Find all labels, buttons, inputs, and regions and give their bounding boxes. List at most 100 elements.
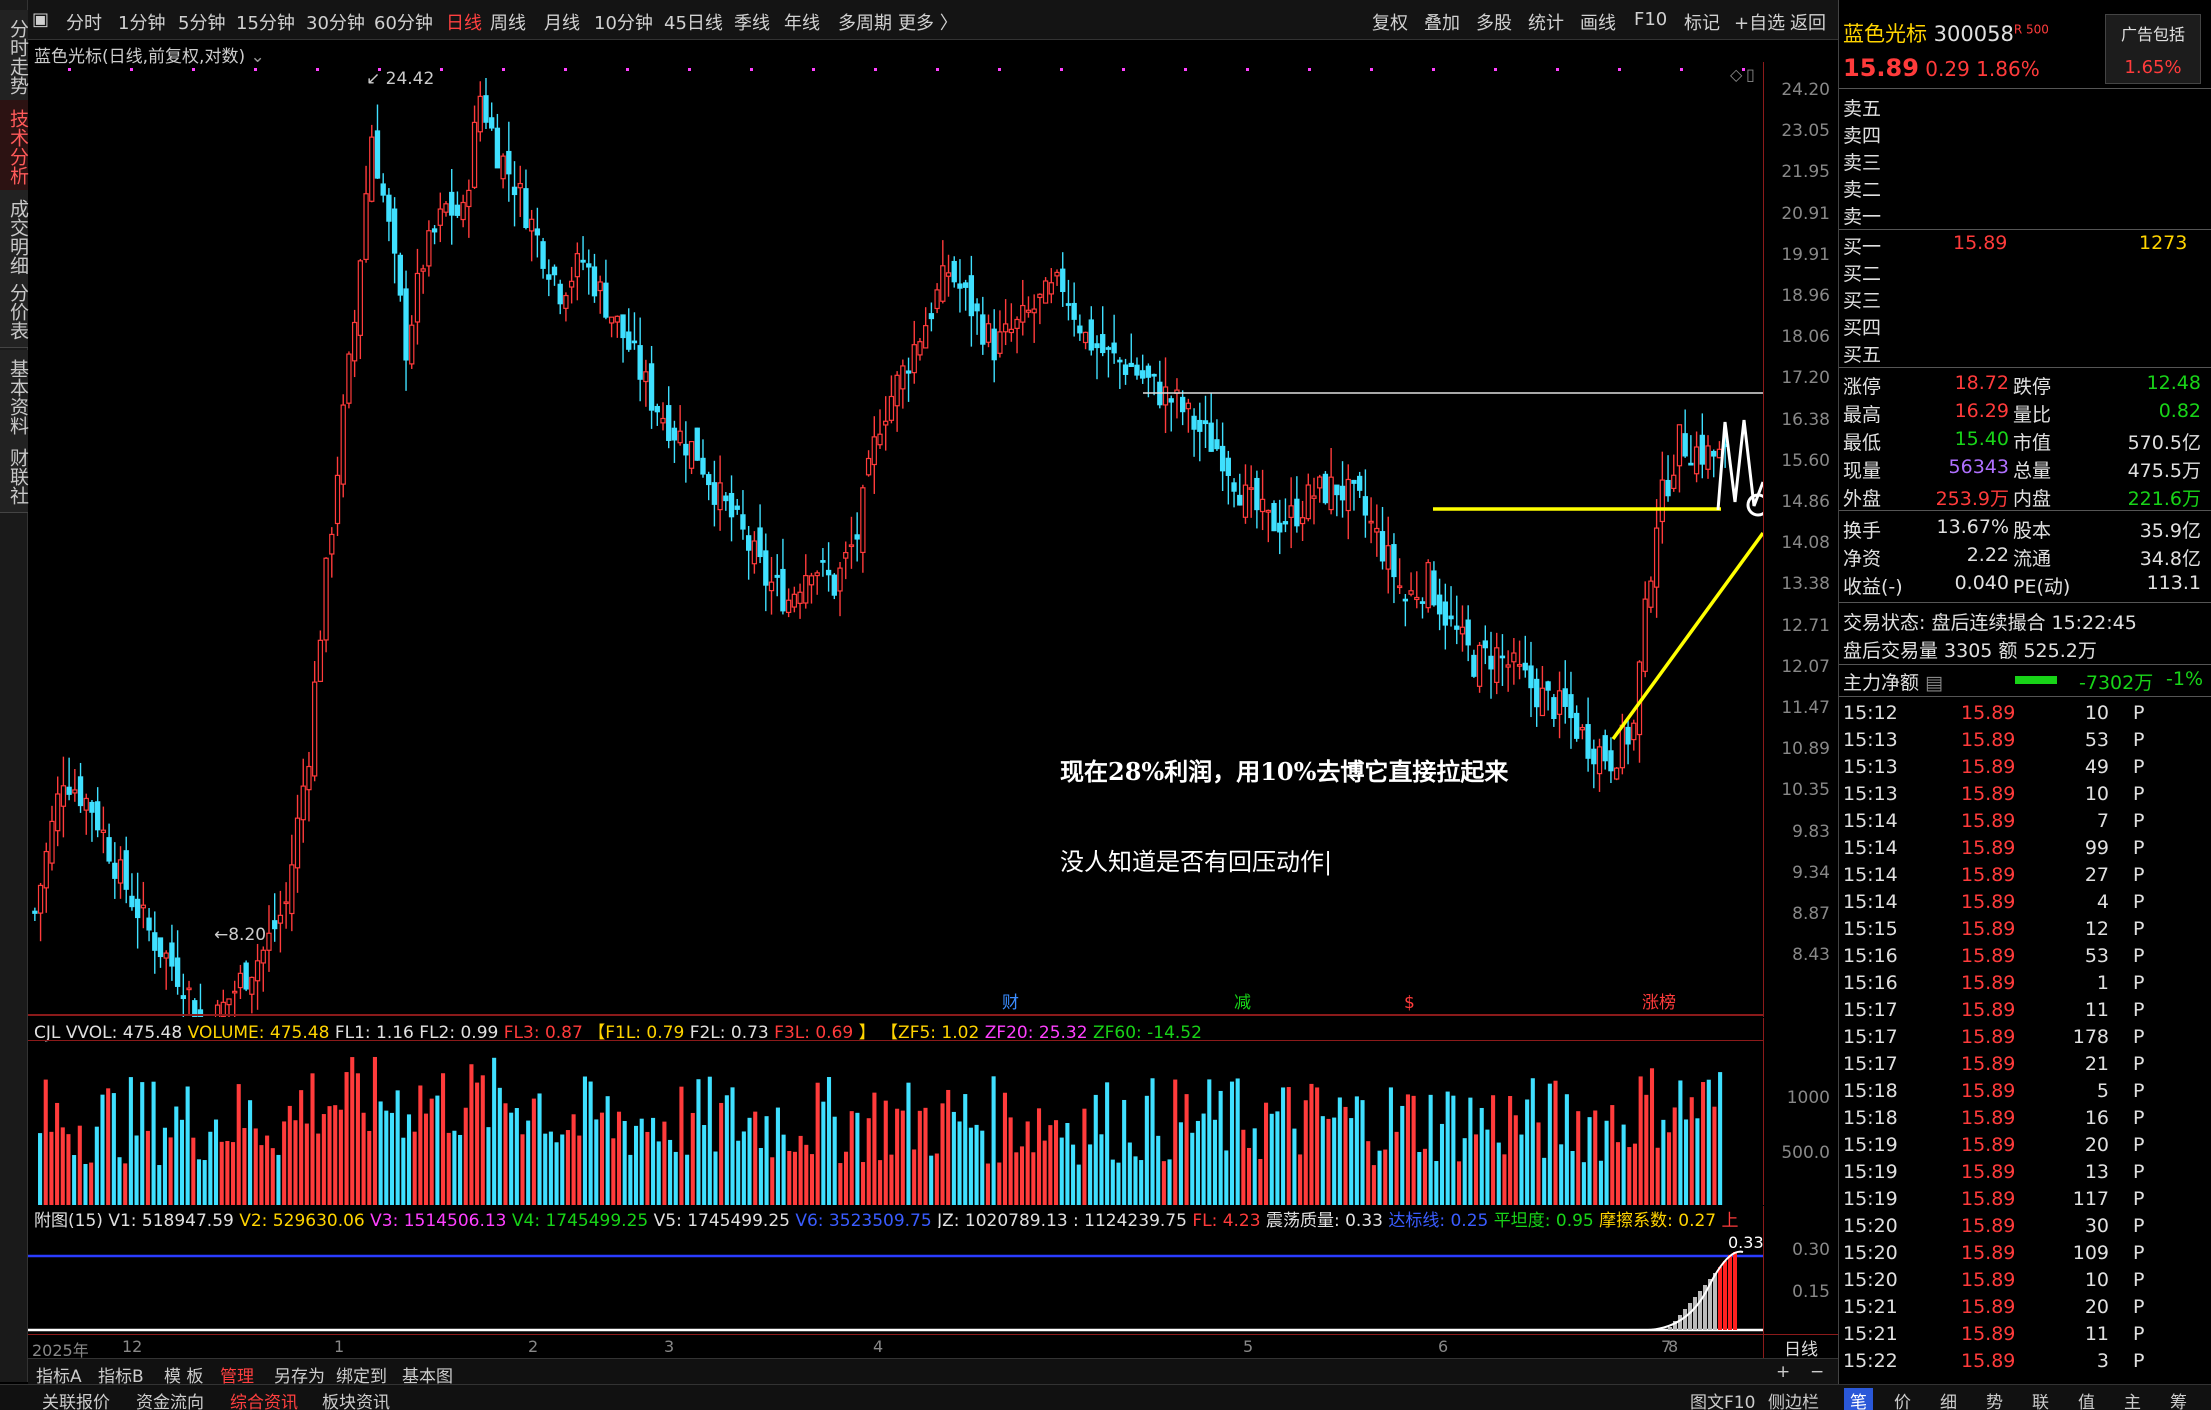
panel-tab-6[interactable]: 联 bbox=[2032, 1388, 2049, 1410]
candle-body bbox=[334, 474, 341, 525]
toolbar-action-2[interactable]: 多股 bbox=[1476, 9, 1512, 35]
rail-tab-4[interactable]: 基本资料 bbox=[0, 350, 29, 444]
toolbar-period-13[interactable]: 多周期 bbox=[838, 9, 892, 35]
rail-tab-2[interactable]: 成交明细 bbox=[0, 190, 29, 284]
tick-vol: 53 bbox=[2084, 729, 2109, 751]
candle-body bbox=[717, 482, 723, 511]
toolbar-action-6[interactable]: 标记 bbox=[1684, 9, 1720, 35]
expand-icon[interactable]: ▯ bbox=[1746, 65, 1755, 84]
event-marker[interactable]: 减 bbox=[1234, 993, 1251, 1013]
zoom-out-icon[interactable]: − bbox=[1810, 1362, 1824, 1382]
candle-body bbox=[1305, 484, 1311, 520]
event-marker[interactable]: 涨榜 bbox=[1642, 993, 1676, 1013]
toolbar-action-1[interactable]: 叠加 bbox=[1424, 9, 1460, 35]
candle-body bbox=[894, 374, 900, 407]
price-tick: 18.96 bbox=[1781, 286, 1830, 306]
toolbar-action-7[interactable]: +自选 bbox=[1734, 9, 1785, 35]
toolbar-period-2[interactable]: 5分钟 bbox=[178, 9, 225, 35]
info-tab-1[interactable]: 资金流向 bbox=[136, 1388, 204, 1410]
main-candlestick-chart[interactable]: ↙ 24.42 ←8.20 现在28%利润，用10%去博它直接拉起来没人知道是否有回… bbox=[28, 62, 1763, 1017]
quote-value: 34.8亿 bbox=[2139, 548, 2201, 570]
toolbar-period-7[interactable]: 周线 bbox=[490, 9, 526, 35]
indicator-chart[interactable]: 0.33 bbox=[28, 1228, 1763, 1334]
toolbar-period-10[interactable]: 45日线 bbox=[664, 9, 723, 35]
candle-body bbox=[1334, 484, 1340, 496]
info-tab-3[interactable]: 板块资讯 bbox=[322, 1388, 390, 1410]
zoom-in-icon[interactable]: + bbox=[1776, 1362, 1790, 1382]
candle-body bbox=[546, 274, 552, 280]
toolbar-period-8[interactable]: 月线 bbox=[544, 9, 580, 35]
candle-body bbox=[1065, 303, 1072, 306]
toolbar-action-0[interactable]: 复权 bbox=[1372, 9, 1408, 35]
date-label: 1 bbox=[334, 1337, 345, 1356]
candle-body bbox=[677, 430, 683, 444]
toolbar-period-12[interactable]: 年线 bbox=[784, 9, 820, 35]
panel-row: 买五 bbox=[1843, 340, 2209, 367]
toolbar-action-4[interactable]: 画线 bbox=[1580, 9, 1616, 35]
toolbar-period-14[interactable]: 更多 〉 bbox=[898, 9, 958, 35]
date-label: 6 bbox=[1438, 1337, 1449, 1356]
volume-bar bbox=[259, 1145, 264, 1205]
volume-bar bbox=[179, 1119, 185, 1205]
candle-body bbox=[1345, 478, 1351, 512]
volume-bar bbox=[1701, 1082, 1706, 1205]
candle-body bbox=[363, 193, 369, 261]
panel-tab-9[interactable]: 筹 bbox=[2170, 1388, 2187, 1410]
volume-chart[interactable] bbox=[28, 1040, 1763, 1205]
candle-body bbox=[323, 557, 329, 641]
volume-bar bbox=[452, 1130, 457, 1205]
panel-tab-0[interactable]: 图文F10 bbox=[1690, 1388, 1755, 1410]
diamond-icon[interactable]: ◇ bbox=[1730, 65, 1743, 84]
period-button[interactable]: 日线 bbox=[1763, 1334, 1838, 1360]
panel-tab-8[interactable]: 主 bbox=[2124, 1388, 2141, 1410]
menu-icon[interactable]: ▤ bbox=[1925, 672, 1943, 694]
toolbar-period-3[interactable]: 15分钟 bbox=[236, 9, 295, 35]
toolbar-period-5[interactable]: 60分钟 bbox=[374, 9, 433, 35]
tick-vol: 20 bbox=[2084, 1134, 2109, 1156]
panel-tab-7[interactable]: 值 bbox=[2078, 1388, 2095, 1410]
rail-tab-0[interactable]: 分时走势 bbox=[0, 10, 29, 104]
toolbar-action-3[interactable]: 统计 bbox=[1528, 9, 1564, 35]
panel-tab-1[interactable]: 侧边栏 bbox=[1768, 1388, 1819, 1410]
quote-value: 113.1 bbox=[2146, 572, 2201, 594]
candle-body bbox=[494, 127, 501, 169]
volume-bar bbox=[321, 1114, 326, 1205]
panel-row: 卖五 bbox=[1843, 94, 2209, 121]
panel-tab-4[interactable]: 细 bbox=[1940, 1388, 1957, 1410]
toolbar-action-5[interactable]: F10 bbox=[1634, 9, 1667, 30]
candle-body bbox=[1545, 681, 1551, 691]
rail-tab-1[interactable]: 技术分析 bbox=[0, 100, 29, 194]
panel-tab-2[interactable]: 笔 bbox=[1844, 1388, 1873, 1410]
stock-code: 300058 bbox=[1927, 22, 2014, 46]
toolbar-period-6[interactable]: 日线 bbox=[446, 9, 482, 35]
volume-bar bbox=[1031, 1152, 1036, 1205]
candle-body bbox=[1471, 654, 1477, 677]
event-marker[interactable]: $ bbox=[1404, 993, 1415, 1013]
toolbar-period-4[interactable]: 30分钟 bbox=[306, 9, 365, 35]
rail-tab-5[interactable]: 财联社 bbox=[0, 440, 29, 513]
info-tab-2[interactable]: 综合资讯 bbox=[230, 1388, 298, 1410]
tick-vol: 13 bbox=[2084, 1161, 2109, 1183]
stock-badge: R 500 bbox=[2013, 22, 2049, 37]
toolbar-period-1[interactable]: 1分钟 bbox=[118, 9, 165, 35]
tick-flag: P bbox=[2133, 1107, 2145, 1129]
toolbar-period-9[interactable]: 10分钟 bbox=[594, 9, 653, 35]
volume-bar bbox=[406, 1114, 412, 1205]
tick-vol: 3 bbox=[2096, 1350, 2109, 1372]
toolbar-period-0[interactable]: 分时 bbox=[66, 9, 102, 35]
trend-line[interactable] bbox=[1611, 531, 1763, 741]
volume-bar bbox=[923, 1107, 928, 1205]
toolbar-period-11[interactable]: 季线 bbox=[734, 9, 770, 35]
event-marker[interactable]: 财 bbox=[1002, 993, 1019, 1013]
toolbar-action-8[interactable]: 返回 bbox=[1790, 9, 1826, 35]
volume-bar bbox=[1559, 1144, 1564, 1205]
tick-price: 15.89 bbox=[1961, 1134, 2016, 1156]
rail-tab-3[interactable]: 分价表 bbox=[0, 275, 29, 348]
separator bbox=[1839, 602, 2211, 603]
info-tab-0[interactable]: 关联报价 bbox=[42, 1388, 110, 1410]
window-menu-icon[interactable]: ▣ bbox=[32, 9, 49, 30]
candle-body bbox=[740, 514, 746, 530]
panel-tab-5[interactable]: 势 bbox=[1986, 1388, 2003, 1410]
candle-body bbox=[1208, 422, 1214, 452]
panel-tab-3[interactable]: 价 bbox=[1894, 1388, 1911, 1410]
